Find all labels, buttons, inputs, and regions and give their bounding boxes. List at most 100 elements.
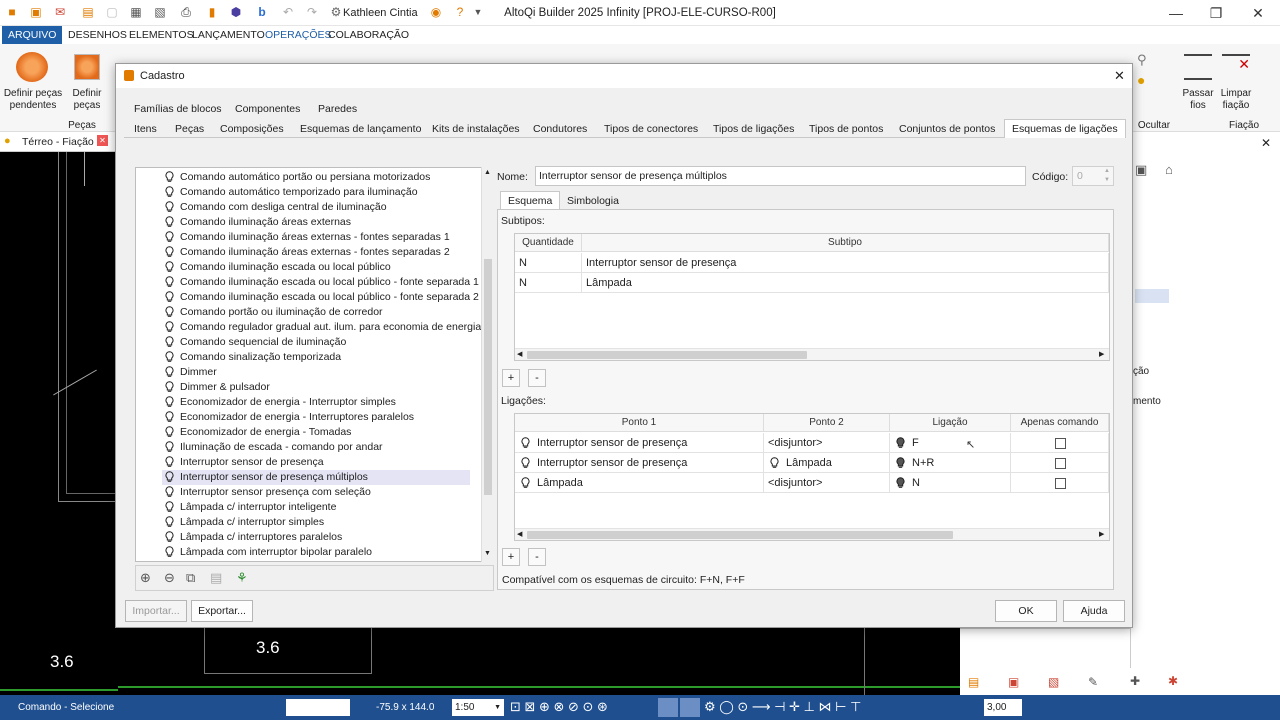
importar-button[interactable]: Importar... bbox=[125, 600, 187, 622]
tab-esquema[interactable]: Esquema bbox=[500, 191, 561, 210]
tab-tipos-de-pontos[interactable]: Tipos de pontos bbox=[805, 120, 887, 138]
ponto2-cell[interactable]: Lâmpada bbox=[764, 453, 890, 473]
tab-tipos-de-conectores[interactable]: Tipos de conectores bbox=[600, 120, 702, 138]
tab-familias-de-blocos[interactable]: Famílias de blocos bbox=[130, 100, 226, 118]
snap-icon[interactable]: ⊡ ⊠ ⊕ ⊗ ⊘ ⊙ ⊛ bbox=[510, 699, 608, 715]
value-input[interactable]: 3,00 bbox=[984, 699, 1022, 716]
menu-colaboracao[interactable]: COLABORAÇÃO bbox=[322, 26, 415, 44]
drawing-canvas-bottom[interactable]: 3.6 bbox=[118, 628, 960, 695]
esquemas-list[interactable]: Comando automático portão ou persiana mo… bbox=[135, 167, 494, 562]
document-tab[interactable]: ● Térreo - Fiação ✕ bbox=[0, 132, 118, 152]
menu-arquivo[interactable]: ARQUIVO bbox=[2, 26, 63, 44]
subtipos-hscroll[interactable]: ◀ ▶ bbox=[515, 348, 1109, 360]
list-item[interactable]: Comando iluminação escada ou local públi… bbox=[162, 290, 479, 305]
gear-icon[interactable] bbox=[16, 52, 48, 82]
limpar-fiacao-icon[interactable]: ✕ bbox=[1222, 54, 1250, 80]
col-quantidade[interactable]: Quantidade bbox=[515, 234, 582, 252]
tab-kits-de-instalacoes[interactable]: Kits de instalações bbox=[428, 120, 524, 138]
tab-composicoes[interactable]: Composições bbox=[216, 120, 288, 138]
close-icon[interactable]: ✕ bbox=[1261, 136, 1271, 150]
col-ligacao[interactable]: Ligação bbox=[890, 414, 1011, 432]
list-item[interactable]: Interruptor sensor presença com seleção bbox=[162, 485, 371, 500]
toolbar-icon[interactable]: ✎ bbox=[1088, 675, 1098, 689]
list-item[interactable]: Dimmer & pulsador bbox=[162, 380, 270, 395]
close-icon[interactable]: ✕ bbox=[1114, 68, 1125, 84]
scroll-thumb[interactable] bbox=[527, 351, 807, 359]
toolbar-icon[interactable]: ▧ bbox=[1048, 675, 1059, 689]
tab-paredes[interactable]: Paredes bbox=[314, 100, 361, 118]
subtipo-name[interactable]: Interruptor sensor de presença bbox=[582, 253, 1109, 273]
list-item[interactable]: Economizador de energia - Interruptor si… bbox=[162, 395, 396, 410]
remove-icon[interactable]: ⊖ bbox=[164, 570, 175, 586]
ajuda-button[interactable]: Ajuda bbox=[1063, 600, 1125, 622]
remove-ligacao-button[interactable]: - bbox=[528, 548, 546, 566]
magnet-icon[interactable] bbox=[680, 698, 700, 717]
ligacao-cell[interactable]: F bbox=[890, 433, 1011, 453]
nome-input[interactable]: Interruptor sensor de presença múltiplos bbox=[535, 166, 1026, 186]
definir-pecas-pendentes-label[interactable]: Definir peças pendentes bbox=[2, 88, 64, 112]
tool-icon[interactable]: ✚ bbox=[1130, 674, 1140, 688]
col-ponto1[interactable]: Ponto 1 bbox=[515, 414, 764, 432]
scroll-left-icon[interactable]: ◀ bbox=[517, 350, 522, 358]
list-item[interactable]: Comando automático temporizado para ilum… bbox=[162, 185, 418, 200]
list-item[interactable]: Comando regulador gradual aut. ilum. par… bbox=[162, 320, 481, 335]
col-ponto2[interactable]: Ponto 2 bbox=[764, 414, 890, 432]
panel-tool-icon[interactable]: ▣ bbox=[1135, 162, 1147, 178]
list-item[interactable]: Comando portão ou iluminação de corredor bbox=[162, 305, 383, 320]
list-item[interactable]: Lâmpada com interruptor bipolar paralelo bbox=[162, 545, 372, 560]
list-item[interactable]: Comando iluminação escada ou local públi… bbox=[162, 260, 391, 275]
gear-icon[interactable] bbox=[74, 54, 100, 80]
ligacoes-hscroll[interactable]: ◀ ▶ bbox=[515, 528, 1109, 540]
list-item[interactable]: Comando iluminação áreas externas - font… bbox=[162, 230, 450, 245]
list-item[interactable]: Interruptor sensor de presença múltiplos bbox=[162, 470, 470, 485]
list-scrollbar[interactable]: ▲ ▼ bbox=[481, 167, 494, 562]
list-item[interactable]: Lâmpada c/ interruptor simples bbox=[162, 515, 324, 530]
exportar-button[interactable]: Exportar... bbox=[191, 600, 253, 622]
list-item[interactable]: Comando sequencial de iluminação bbox=[162, 335, 346, 350]
bulb-icon[interactable]: ● bbox=[1137, 72, 1145, 88]
list-item[interactable]: Lâmpada c/ interruptor inteligente bbox=[162, 500, 336, 515]
scroll-right-icon[interactable]: ▶ bbox=[1099, 530, 1104, 538]
apenas-comando-checkbox[interactable] bbox=[1055, 478, 1066, 489]
scroll-thumb[interactable] bbox=[527, 531, 953, 539]
ponto2-cell[interactable]: <disjuntor> bbox=[764, 473, 890, 493]
tab-esquemas-de-lancamento[interactable]: Esquemas de lançamento bbox=[296, 120, 425, 138]
limpar-fiacao-label[interactable]: Limpar fiação bbox=[1216, 88, 1256, 112]
filter-icon[interactable]: ⚘ bbox=[236, 570, 248, 586]
list-item[interactable]: Economizador de energia - Tomadas bbox=[162, 425, 351, 440]
ortho-icon[interactable] bbox=[658, 698, 678, 717]
scroll-right-icon[interactable]: ▶ bbox=[1099, 350, 1104, 358]
panel-tool-icon[interactable]: ⌂ bbox=[1165, 162, 1173, 177]
apenas-comando-checkbox[interactable] bbox=[1055, 438, 1066, 449]
passar-fios-icon[interactable] bbox=[1184, 54, 1212, 80]
paste-icon[interactable]: ▤ bbox=[210, 570, 222, 586]
scroll-thumb[interactable] bbox=[484, 259, 492, 495]
list-item[interactable]: Comando iluminação áreas externas bbox=[162, 215, 351, 230]
list-item[interactable]: Iluminação de escada - comando por andar bbox=[162, 440, 383, 455]
list-item[interactable]: Comando iluminação escada ou local públi… bbox=[162, 275, 479, 290]
ligacao-cell[interactable]: N+R bbox=[890, 453, 1011, 473]
toolbar-icon[interactable]: ▤ bbox=[968, 675, 979, 689]
minimize-icon[interactable]: — bbox=[1156, 0, 1196, 26]
toolbar-icon[interactable]: ▣ bbox=[1008, 675, 1019, 689]
subtipo-name[interactable]: Lâmpada bbox=[582, 273, 1109, 293]
tab-esquemas-de-ligacoes[interactable]: Esquemas de ligações bbox=[1004, 119, 1126, 138]
definir-pecas-label[interactable]: Definir peças bbox=[68, 88, 106, 112]
add-ligacao-button[interactable]: + bbox=[502, 548, 520, 566]
tab-itens[interactable]: Itens bbox=[130, 120, 161, 138]
tab-simbologia[interactable]: Simbologia bbox=[563, 192, 623, 210]
spin-icon[interactable]: ▲ ▼ bbox=[1104, 167, 1110, 185]
ponto1-cell[interactable]: Interruptor sensor de presença bbox=[515, 433, 764, 453]
scale-select[interactable]: 1:50 ▼ bbox=[452, 699, 504, 716]
copy-icon[interactable]: ⧉ bbox=[186, 570, 195, 586]
add-icon[interactable]: ⊕ bbox=[140, 570, 151, 586]
subtipo-qtd[interactable]: N bbox=[515, 253, 582, 273]
search-icon[interactable]: ⚲ bbox=[1137, 52, 1147, 68]
tab-condutores[interactable]: Condutores bbox=[529, 120, 591, 138]
drawing-canvas[interactable]: 3.6 bbox=[0, 152, 118, 695]
scroll-up-icon[interactable]: ▲ bbox=[484, 169, 491, 176]
scroll-down-icon[interactable]: ▼ bbox=[484, 550, 491, 557]
col-apenas-comando[interactable]: Apenas comando bbox=[1011, 414, 1109, 432]
remove-subtipo-button[interactable]: - bbox=[528, 369, 546, 387]
list-item[interactable]: Lâmpada c/ interruptores paralelos bbox=[162, 530, 342, 545]
